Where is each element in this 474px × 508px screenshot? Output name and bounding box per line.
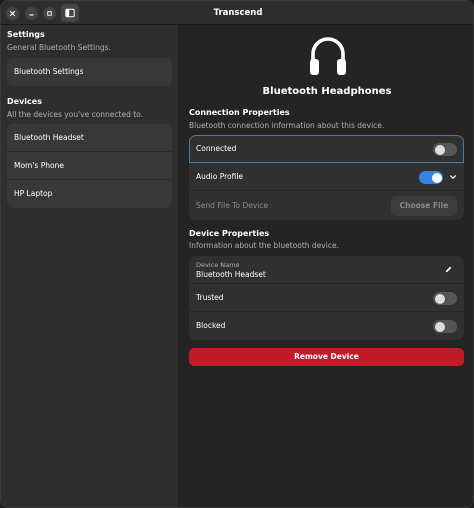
settings-section-title: Settings (7, 30, 45, 39)
send-file-row: Send File To Device Choose File (189, 192, 464, 220)
toggle-knob (434, 321, 445, 332)
device-name-value[interactable]: Bluetooth Headset (196, 270, 266, 279)
connection-properties-title: Connection Properties (189, 108, 290, 117)
settings-section-subtitle: General Bluetooth Settings. (7, 43, 111, 52)
trusted-label: Trusted (196, 293, 224, 302)
headphones-icon (310, 37, 346, 75)
devices-section-subtitle: All the devices you've connected to. (7, 110, 144, 119)
connected-row[interactable]: Connected (189, 135, 464, 163)
send-file-label: Send File To Device (196, 201, 269, 210)
toggle-knob (431, 172, 442, 183)
device-name-caption: Device Name (196, 261, 240, 269)
devices-list: Bluetooth Headset Mom's Phone HP Laptop (7, 124, 172, 208)
trusted-toggle[interactable] (433, 292, 457, 305)
blocked-toggle[interactable] (433, 320, 457, 333)
blocked-label: Blocked (196, 321, 226, 330)
connection-properties-list: Connected Audio Profile Send File To Dev… (189, 135, 464, 220)
window-title: Transcend (213, 8, 263, 18)
blocked-row[interactable]: Blocked (189, 312, 464, 340)
device-properties-title: Device Properties (189, 229, 270, 238)
app-window: Transcend Settings General Bluetooth Set… (0, 0, 474, 508)
connected-toggle[interactable] (433, 143, 457, 156)
remove-device-button[interactable]: Remove Device (189, 348, 464, 366)
sidebar-item-moms-phone[interactable]: Mom's Phone (7, 152, 172, 180)
edit-pencil-icon[interactable] (444, 265, 453, 274)
sidebar-item-hp-laptop[interactable]: HP Laptop (7, 180, 172, 208)
trusted-row[interactable]: Trusted (189, 284, 464, 312)
devices-section-title: Devices (7, 97, 42, 106)
device-properties-subtitle: Information about the bluetooth device. (189, 241, 339, 250)
toggle-knob (434, 144, 445, 155)
audio-profile-row[interactable]: Audio Profile (189, 163, 464, 191)
sidebar-item-bluetooth-settings[interactable]: Bluetooth Settings (7, 58, 172, 86)
device-title: Bluetooth Headphones (262, 86, 392, 97)
sidebar: Settings General Bluetooth Settings. Blu… (1, 25, 179, 507)
device-properties-list: Device Name Bluetooth Headset Trusted Bl… (189, 256, 464, 340)
connected-label: Connected (196, 144, 237, 153)
audio-profile-toggle[interactable] (419, 171, 443, 184)
choose-file-button[interactable]: Choose File (391, 196, 457, 216)
sidebar-item-bluetooth-headset[interactable]: Bluetooth Headset (7, 124, 172, 152)
connection-properties-subtitle: Bluetooth connection information about t… (189, 121, 385, 130)
settings-list: Bluetooth Settings (7, 58, 172, 86)
main-content: Bluetooth Headphones Connection Properti… (179, 25, 473, 507)
header-bar: Transcend (1, 1, 473, 25)
chevron-down-icon[interactable] (449, 173, 457, 181)
toggle-knob (434, 293, 445, 304)
audio-profile-label: Audio Profile (196, 172, 244, 181)
device-name-row[interactable]: Device Name Bluetooth Headset (189, 256, 464, 284)
